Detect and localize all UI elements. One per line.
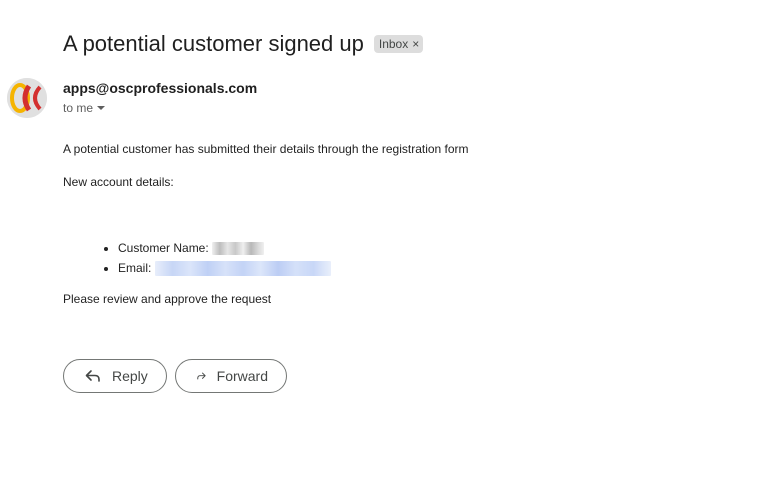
inbox-label-chip[interactable]: Inbox × — [373, 35, 424, 53]
remove-label-icon[interactable]: × — [412, 36, 419, 52]
recipient-text: to me — [63, 101, 94, 115]
forward-button[interactable]: Forward — [175, 359, 287, 393]
label-text: Inbox — [378, 37, 409, 51]
detail-label: Customer Name: — [118, 241, 209, 255]
body-intro: A potential customer has submitted their… — [63, 142, 469, 156]
forward-label: Forward — [216, 368, 268, 384]
body-details-heading: New account details: — [63, 175, 174, 189]
sender-avatar[interactable] — [7, 78, 47, 118]
list-item: Customer Name: — [118, 238, 331, 258]
email-view: A potential customer signed up Inbox × a… — [0, 0, 771, 490]
forward-icon — [197, 372, 206, 380]
email-subject: A potential customer signed up — [63, 31, 364, 56]
detail-label: Email: — [118, 261, 152, 275]
list-item: Email: — [118, 258, 331, 278]
reply-icon — [85, 370, 100, 382]
reply-button[interactable]: Reply — [63, 359, 167, 393]
email-actions: Reply Forward — [63, 359, 295, 393]
account-details-list: Customer Name: Email: — [63, 238, 331, 278]
recipient-details-toggle[interactable]: to me — [63, 101, 106, 115]
subject-row: A potential customer signed up Inbox × — [63, 30, 424, 58]
reply-label: Reply — [112, 368, 148, 384]
chevron-down-icon — [97, 106, 106, 110]
osc-logo-icon — [7, 78, 47, 118]
body-closing: Please review and approve the request — [63, 292, 272, 306]
redacted-email-link[interactable] — [154, 261, 331, 277]
redacted-customer-name — [212, 242, 265, 256]
sender-address[interactable]: apps@oscprofessionals.com — [63, 80, 257, 96]
